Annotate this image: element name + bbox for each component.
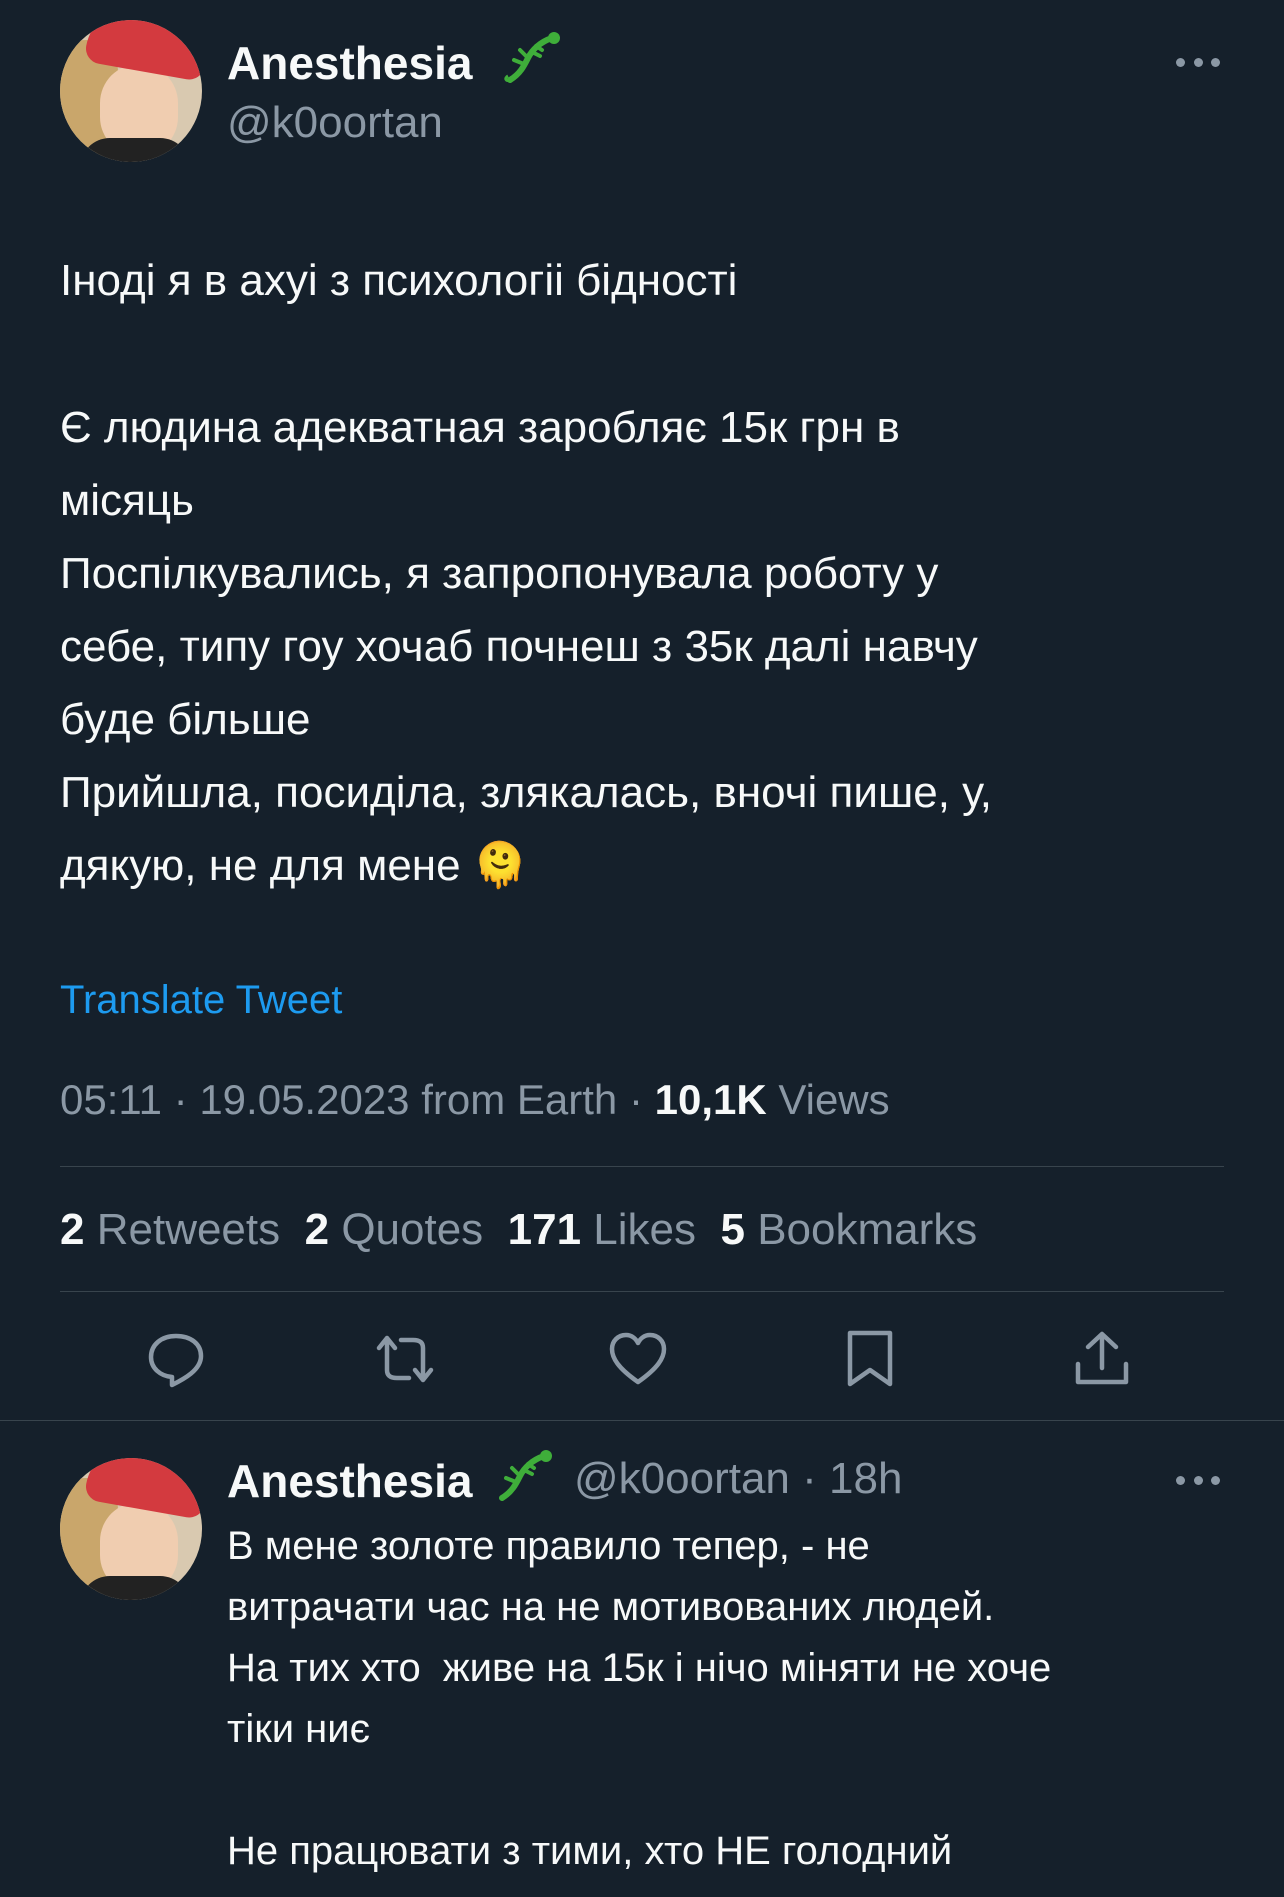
reply-author-avatar[interactable]: [60, 1458, 202, 1600]
heart-icon[interactable]: [608, 1330, 668, 1388]
melting-face-emoji: 🫠: [472, 841, 528, 890]
tweet-time[interactable]: 05:11: [60, 1076, 162, 1123]
retweet-icon[interactable]: [375, 1330, 435, 1388]
reply-author-handle[interactable]: @k0oortan: [574, 1454, 790, 1503]
tweet-source: from Earth: [421, 1076, 618, 1123]
share-icon[interactable]: [1072, 1330, 1132, 1388]
tweet-body: Є людина адекватная заробляє 15к грн в м…: [60, 403, 992, 890]
divider: [60, 1291, 1224, 1292]
quotes-count: 2: [304, 1205, 330, 1254]
more-icon[interactable]: [1176, 1474, 1220, 1486]
tweet-date[interactable]: 19.05.2023: [199, 1076, 409, 1123]
views-label: Views: [778, 1076, 890, 1123]
reply-meta: @k0oortan · 18h: [574, 1454, 903, 1503]
bookmarks-stat[interactable]: 5 Bookmarks: [720, 1205, 977, 1254]
reply-text: В мене золоте правило тепер, - не витрач…: [227, 1524, 1052, 1873]
divider: [60, 1166, 1224, 1167]
translate-tweet-link[interactable]: Translate Tweet: [60, 978, 342, 1023]
divider: [0, 1420, 1284, 1421]
likes-stat[interactable]: 171 Likes: [508, 1205, 696, 1254]
retweets-count: 2: [60, 1205, 85, 1254]
tweet-text-body: Є людина адекватная заробляє 15к грн в м…: [60, 391, 1240, 902]
likes-count: 171: [507, 1205, 582, 1254]
retweets-label: Retweets: [96, 1205, 281, 1254]
lizard-icon: [499, 1450, 552, 1501]
bookmark-icon[interactable]: [840, 1330, 900, 1388]
author-avatar[interactable]: [60, 20, 202, 162]
views-count: 10,1K: [654, 1076, 767, 1123]
retweets-stat[interactable]: 2 Retweets: [60, 1205, 280, 1254]
tweet-text-line1: Іноді я в ахуі з психологіі бідності: [60, 256, 738, 305]
reply-icon[interactable]: [146, 1330, 206, 1388]
author-handle[interactable]: @k0oortan: [227, 98, 443, 148]
bookmarks-count: 5: [720, 1205, 745, 1254]
more-icon[interactable]: [1176, 56, 1220, 68]
reply-time[interactable]: 18h: [829, 1454, 902, 1503]
author-name[interactable]: Anesthesia: [227, 36, 472, 90]
reply-author-name[interactable]: Anesthesia: [227, 1454, 472, 1508]
quotes-stat[interactable]: 2 Quotes: [305, 1205, 484, 1254]
likes-label: Likes: [593, 1205, 697, 1254]
tweet-meta: 05:11 · 19.05.2023 from Earth · 10,1K Vi…: [60, 1076, 890, 1123]
bookmarks-label: Bookmarks: [757, 1205, 978, 1254]
lizard-icon: [504, 32, 560, 83]
tweet-stats: 2 Retweets 2 Quotes 171 Likes 5 Bookmark…: [60, 1205, 977, 1255]
quotes-label: Quotes: [341, 1205, 484, 1254]
